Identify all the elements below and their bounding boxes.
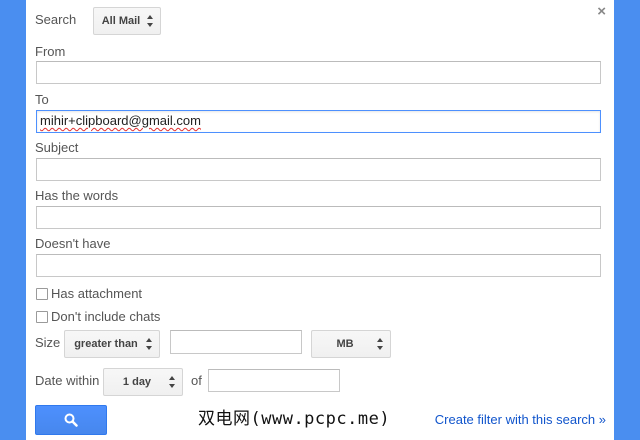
size-value-input[interactable] <box>170 330 302 354</box>
search-scope-value: All Mail <box>101 15 141 27</box>
date-within-value: 1 day <box>122 376 152 388</box>
search-scope-select[interactable]: All Mail <box>93 7 161 35</box>
has-words-label: Has the words <box>35 188 119 203</box>
create-filter-link[interactable]: Create filter with this search » <box>435 412 606 427</box>
doesnt-have-label: Doesn't have <box>35 236 111 251</box>
to-input-value: mihir+clipboard@gmail.com <box>40 113 201 128</box>
size-operator-select[interactable]: greater than <box>64 330 160 358</box>
to-label: To <box>35 92 49 107</box>
size-unit-select[interactable]: MB <box>311 330 391 358</box>
has-words-input[interactable] <box>36 206 601 229</box>
dont-include-chats-checkbox[interactable] <box>36 311 48 323</box>
search-label: Search <box>35 12 77 27</box>
doesnt-have-input[interactable] <box>36 254 601 277</box>
to-input[interactable]: mihir+clipboard@gmail.com <box>36 110 601 133</box>
select-arrows-icon <box>146 338 153 350</box>
size-label: Size <box>35 335 61 350</box>
size-operator-value: greater than <box>74 338 138 350</box>
date-of-label: of <box>191 373 202 388</box>
search-options-panel: Search All Mail × From To mihir+clipboar… <box>26 0 614 440</box>
date-input[interactable] <box>208 369 340 392</box>
dont-include-chats-label: Don't include chats <box>51 309 161 324</box>
size-unit-value: MB <box>336 338 354 350</box>
subject-label: Subject <box>35 140 79 155</box>
search-button[interactable] <box>35 405 107 435</box>
watermark-text: 双电网(www.pcpc.me) <box>198 409 391 429</box>
search-icon <box>64 413 78 427</box>
select-arrows-icon <box>377 338 384 350</box>
select-arrows-icon <box>169 376 176 388</box>
has-attachment-checkbox[interactable] <box>36 288 48 300</box>
from-input[interactable] <box>36 61 601 84</box>
date-within-select[interactable]: 1 day <box>103 368 183 396</box>
date-within-label: Date within <box>35 373 100 388</box>
subject-input[interactable] <box>36 158 601 181</box>
close-icon[interactable]: × <box>597 4 606 19</box>
select-arrows-icon <box>147 15 154 27</box>
has-attachment-label: Has attachment <box>51 286 143 301</box>
from-label: From <box>35 44 66 59</box>
